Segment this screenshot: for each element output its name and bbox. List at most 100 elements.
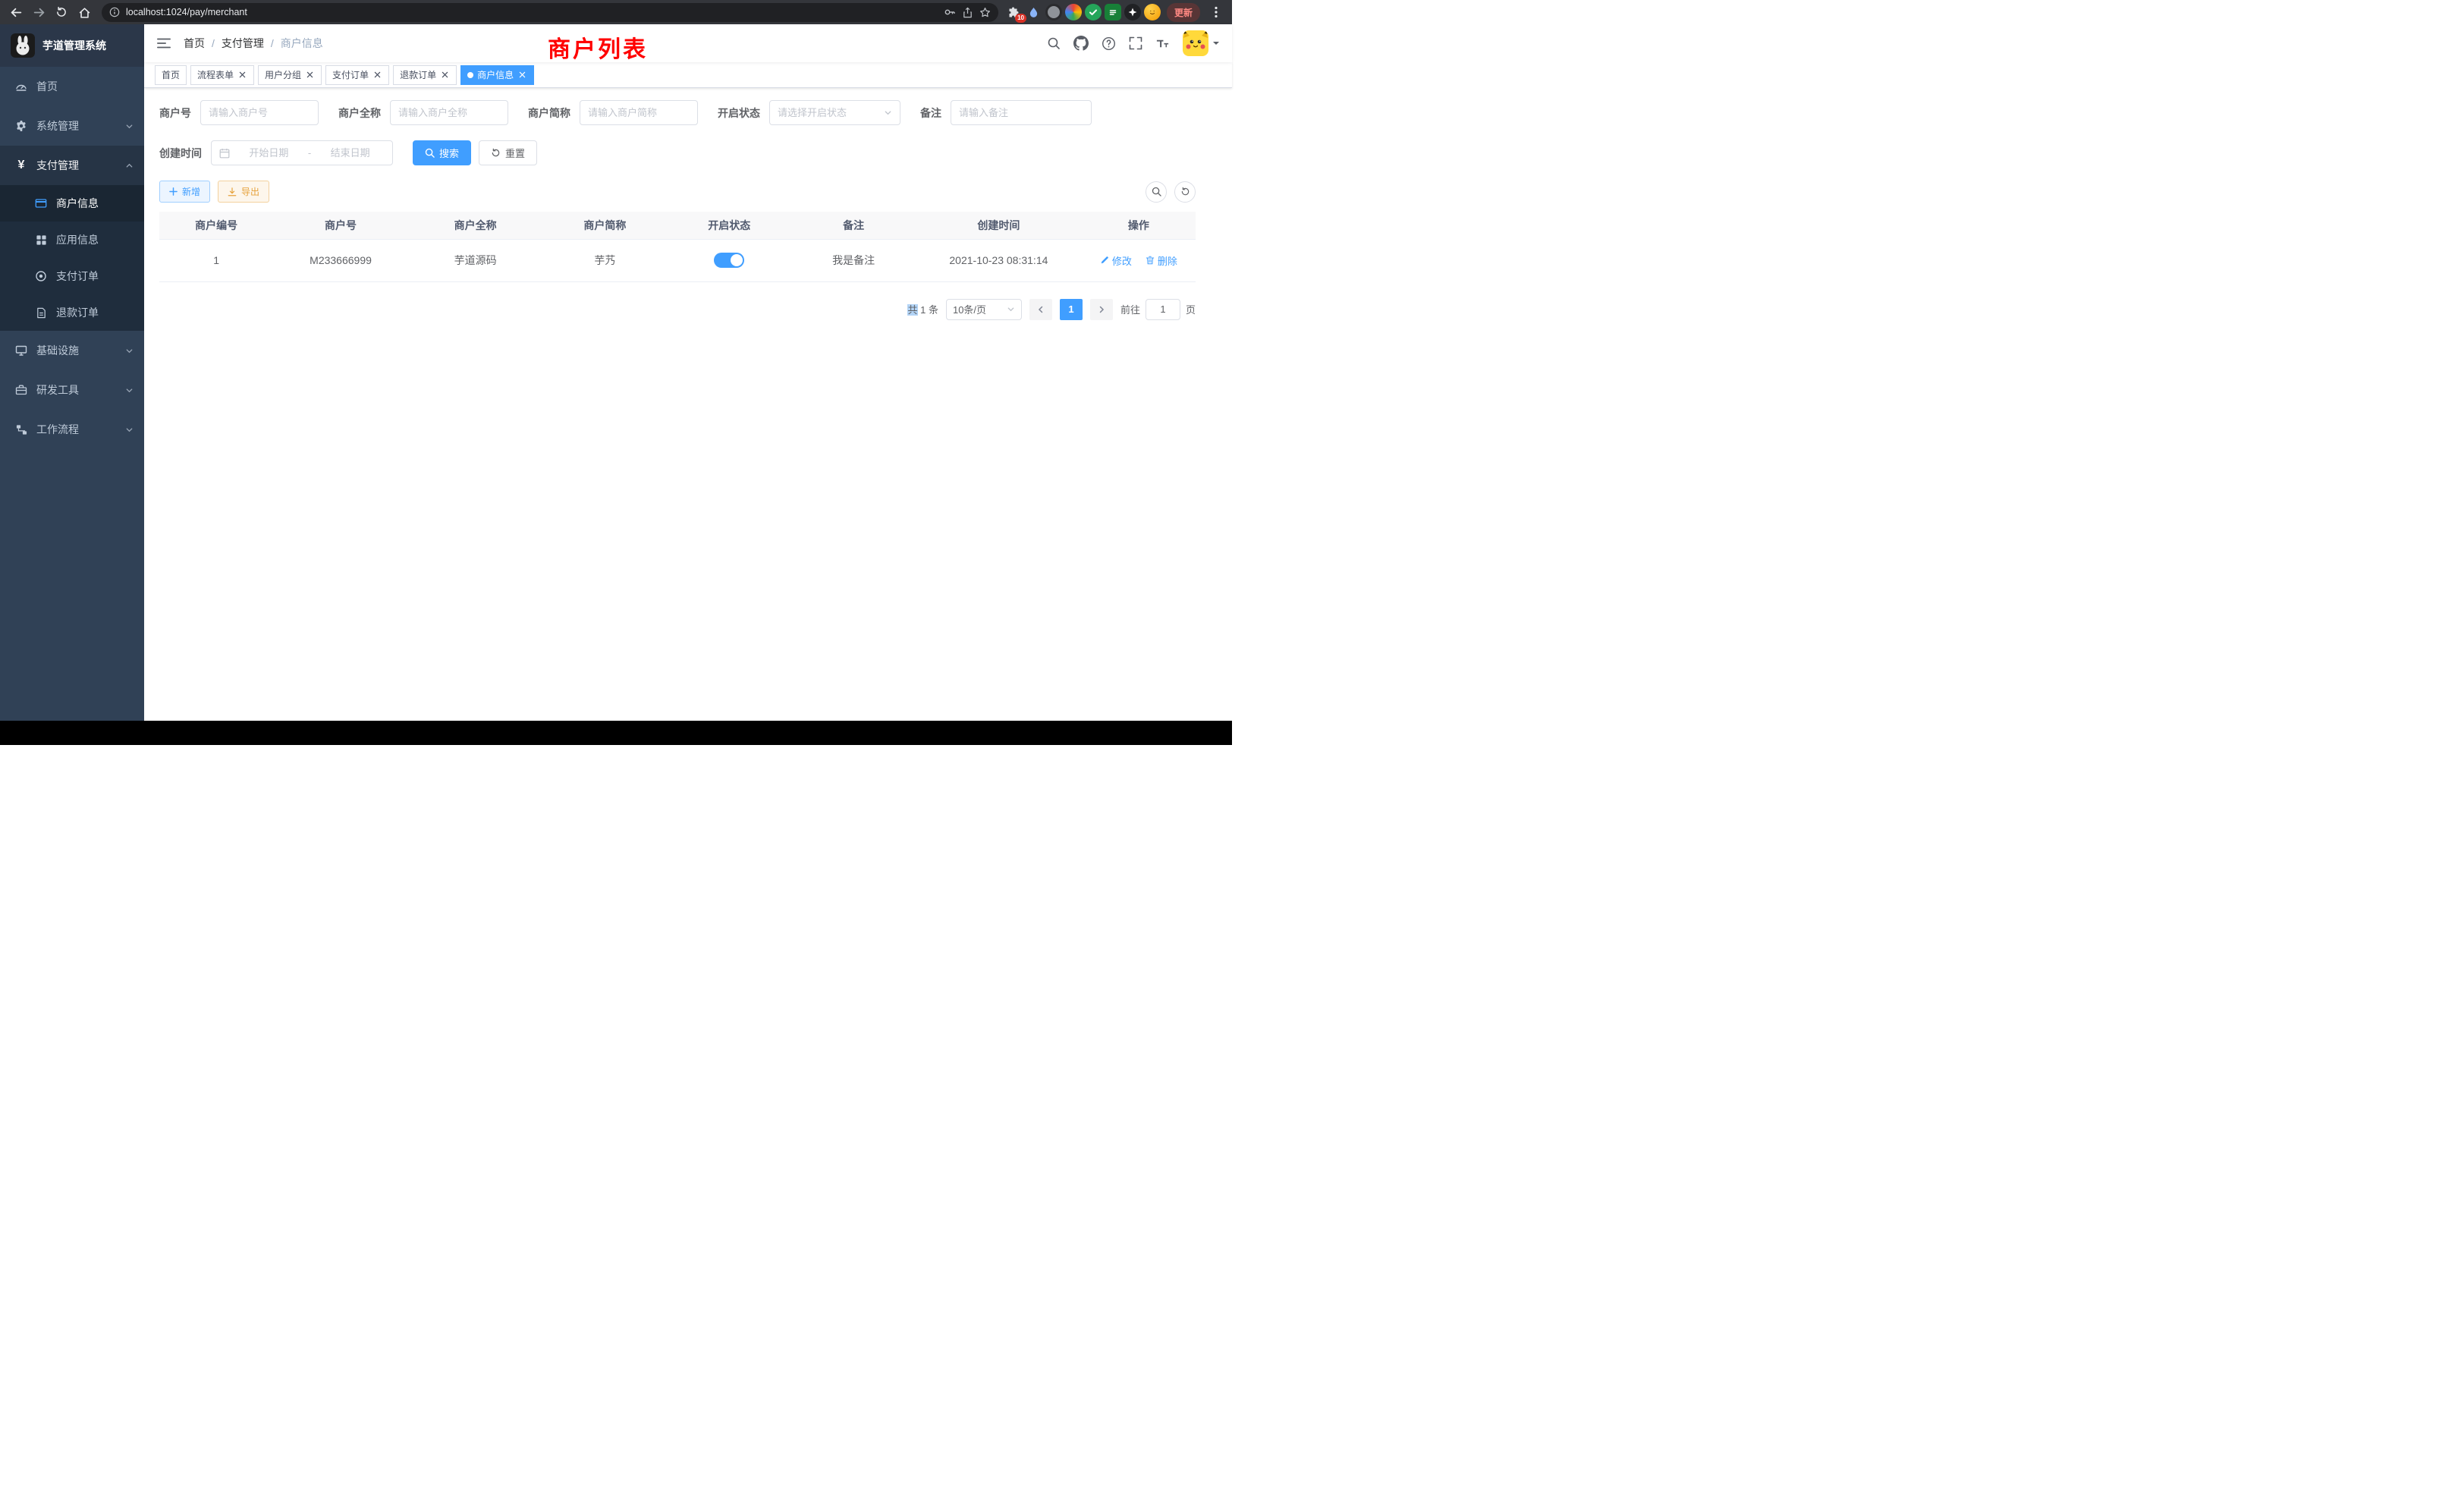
field-label: 商户全称 <box>338 105 381 121</box>
page-size-select[interactable]: 10条/页 <box>946 299 1022 320</box>
hamburger-icon[interactable] <box>156 36 171 51</box>
sidebar-item-workflow[interactable]: 工作流程 <box>0 410 144 449</box>
close-icon[interactable] <box>517 70 527 80</box>
extension-doc-icon[interactable] <box>1105 4 1121 20</box>
cell-status <box>667 239 791 281</box>
grid-icon <box>35 234 47 246</box>
prev-page-button[interactable] <box>1029 299 1052 320</box>
sidebar-item-label: 支付订单 <box>56 269 144 284</box>
cell-merchant-no: M233666999 <box>273 239 408 281</box>
sidebar-item-infrastructure[interactable]: 基础设施 <box>0 331 144 370</box>
delete-link[interactable]: 删除 <box>1146 253 1177 268</box>
full-name-input[interactable] <box>390 100 508 125</box>
tab-user-group[interactable]: 用户分组 <box>258 65 322 85</box>
status-select[interactable] <box>769 100 900 125</box>
sidebar-item-label: 支付管理 <box>36 158 116 173</box>
payment-submenu: 商户信息 应用信息 支付订单 <box>0 185 144 331</box>
reset-button[interactable]: 重置 <box>479 140 537 165</box>
short-name-input[interactable] <box>580 100 698 125</box>
browser-menu-icon[interactable] <box>1206 2 1226 22</box>
show-search-icon[interactable] <box>1146 181 1167 203</box>
page-number-1[interactable]: 1 <box>1060 299 1083 320</box>
password-key-icon[interactable] <box>944 6 956 18</box>
extension-check-icon[interactable] <box>1085 4 1102 20</box>
field-short-name: 商户简称 <box>528 100 698 125</box>
date-range-picker[interactable]: - <box>211 140 393 165</box>
goto-label: 前往 <box>1120 302 1140 316</box>
help-icon[interactable] <box>1102 36 1116 51</box>
tab-process-form[interactable]: 流程表单 <box>190 65 254 85</box>
user-menu[interactable] <box>1183 30 1220 56</box>
search-form-row-1: 商户号 商户全称 商户简称 <box>159 100 1196 125</box>
status-select-field[interactable] <box>778 107 879 118</box>
close-icon[interactable] <box>372 70 382 80</box>
sidebar-item-payment[interactable]: ¥ 支付管理 <box>0 146 144 185</box>
sidebar-item-refund-order[interactable]: 退款订单 <box>0 294 144 331</box>
breadcrumb-home[interactable]: 首页 <box>184 36 205 51</box>
browser-forward-icon[interactable] <box>29 2 49 22</box>
share-icon[interactable] <box>962 7 973 18</box>
short-name-input-field[interactable] <box>588 107 690 118</box>
sidebar-item-app-info[interactable]: 应用信息 <box>0 222 144 258</box>
date-end-input[interactable] <box>316 147 385 159</box>
breadcrumb-payment[interactable]: 支付管理 <box>222 36 264 51</box>
site-info-icon[interactable] <box>109 7 120 17</box>
bookmark-star-icon[interactable] <box>979 7 991 18</box>
tab-payment-order[interactable]: 支付订单 <box>325 65 389 85</box>
remark-input-field[interactable] <box>959 107 1083 118</box>
sidebar-item-home[interactable]: 首页 <box>0 67 144 106</box>
extensions-puzzle-icon[interactable]: 10 <box>1006 4 1023 20</box>
app-title: 芋道管理系统 <box>42 38 106 53</box>
address-bar[interactable]: localhost:1024/pay/merchant <box>102 3 998 22</box>
merchant-table: 商户编号 商户号 商户全称 商户简称 开启状态 备注 创建时间 操作 1 M23… <box>159 212 1196 282</box>
tab-label: 商户信息 <box>477 68 514 81</box>
add-button[interactable]: 新增 <box>159 181 210 203</box>
pagination-total-prefix: 共 <box>907 304 917 316</box>
sidebar-item-merchant-info[interactable]: 商户信息 <box>0 185 144 222</box>
sidebar-item-payment-order[interactable]: 支付订单 <box>0 258 144 294</box>
edit-link-label: 修改 <box>1112 253 1132 268</box>
monitor-icon <box>15 344 27 357</box>
remark-input[interactable] <box>951 100 1092 125</box>
status-toggle[interactable] <box>714 253 744 268</box>
browser-home-icon[interactable] <box>74 2 94 22</box>
export-button[interactable]: 导出 <box>218 181 269 203</box>
tab-merchant-info[interactable]: 商户信息 <box>460 65 534 85</box>
edit-link[interactable]: 修改 <box>1100 253 1132 268</box>
navbar-actions <box>1047 30 1220 56</box>
column-header: 备注 <box>791 212 916 239</box>
search-icon[interactable] <box>1047 36 1061 50</box>
goto-page-input[interactable] <box>1146 299 1180 320</box>
extension-dark-icon[interactable] <box>1045 4 1062 20</box>
gear-icon <box>15 120 27 132</box>
tab-refund-order[interactable]: 退款订单 <box>393 65 457 85</box>
cell-merchant-id: 1 <box>159 239 273 281</box>
tab-home[interactable]: 首页 <box>155 65 187 85</box>
extension-pinwheel-icon[interactable] <box>1124 4 1141 20</box>
font-size-icon[interactable] <box>1155 36 1170 51</box>
workflow-icon <box>15 424 27 435</box>
sidebar-item-dev-tools[interactable]: 研发工具 <box>0 370 144 410</box>
refresh-table-icon[interactable] <box>1174 181 1196 203</box>
sidebar-item-label: 首页 <box>36 79 134 94</box>
extension-drop-icon[interactable] <box>1026 4 1042 20</box>
date-start-input[interactable] <box>234 147 303 159</box>
next-page-button[interactable] <box>1090 299 1113 320</box>
extension-avatar-icon[interactable] <box>1144 4 1161 20</box>
browser-refresh-icon[interactable] <box>52 2 71 22</box>
browser-update-button[interactable]: 更新 <box>1167 3 1200 22</box>
search-button[interactable]: 搜索 <box>413 140 471 165</box>
github-icon[interactable] <box>1073 36 1089 51</box>
credit-card-icon <box>35 197 47 209</box>
extension-colorwheel-icon[interactable] <box>1065 4 1082 20</box>
close-icon[interactable] <box>305 70 315 80</box>
close-icon[interactable] <box>237 70 247 80</box>
browser-back-icon[interactable] <box>6 2 26 22</box>
target-icon <box>35 270 47 282</box>
close-icon[interactable] <box>440 70 450 80</box>
fullscreen-icon[interactable] <box>1129 36 1142 50</box>
merchant-no-input[interactable] <box>200 100 319 125</box>
full-name-input-field[interactable] <box>398 107 500 118</box>
sidebar-item-system[interactable]: 系统管理 <box>0 106 144 146</box>
merchant-no-input-field[interactable] <box>209 107 310 118</box>
